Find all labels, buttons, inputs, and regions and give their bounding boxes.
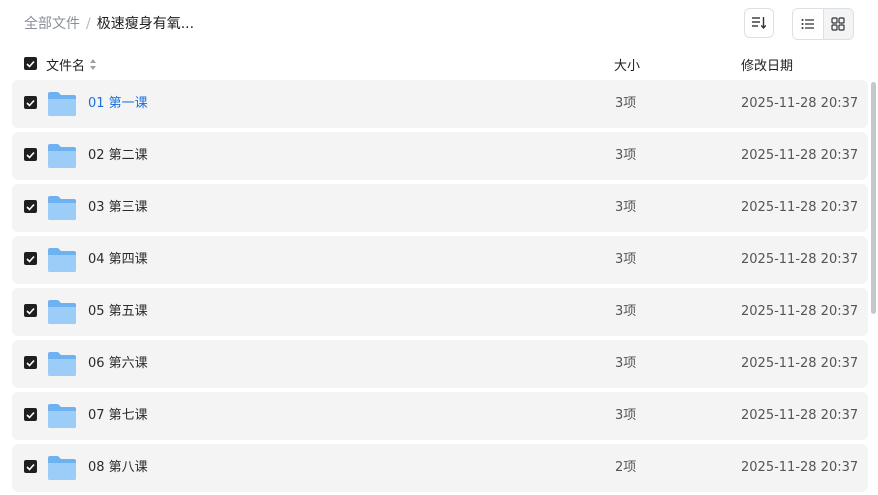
file-size: 3项 bbox=[615, 200, 637, 215]
sort-arrows-icon bbox=[90, 58, 97, 71]
table-row[interactable]: 06 第六课 3项 2025-11-28 20:37 bbox=[12, 340, 868, 388]
file-modified: 2025-11-28 20:37 bbox=[741, 96, 859, 111]
checkbox-checked-icon bbox=[26, 307, 35, 315]
row-checkbox[interactable] bbox=[24, 356, 37, 369]
row-checkbox[interactable] bbox=[24, 252, 37, 265]
file-size: 3项 bbox=[615, 148, 637, 163]
file-modified: 2025-11-28 20:37 bbox=[741, 200, 859, 215]
table-row[interactable]: 02 第二课 3项 2025-11-28 20:37 bbox=[12, 132, 868, 180]
file-size: 3项 bbox=[615, 356, 637, 371]
view-toggle bbox=[792, 8, 854, 40]
file-name[interactable]: 01 第一课 bbox=[88, 95, 148, 113]
file-modified: 2025-11-28 20:37 bbox=[741, 460, 859, 475]
file-size: 3项 bbox=[615, 408, 637, 423]
select-all-checkbox[interactable] bbox=[24, 57, 37, 70]
checkbox-checked-icon bbox=[26, 60, 35, 68]
file-modified: 2025-11-28 20:37 bbox=[741, 356, 859, 371]
checkbox-checked-icon bbox=[26, 203, 35, 211]
breadcrumb-current: 极速瘦身有氧... bbox=[96, 16, 195, 32]
checkbox-checked-icon bbox=[26, 99, 35, 107]
vertical-scrollbar[interactable] bbox=[871, 82, 876, 314]
folder-icon bbox=[48, 404, 76, 428]
row-checkbox[interactable] bbox=[24, 408, 37, 421]
file-name[interactable]: 03 第三课 bbox=[88, 199, 148, 217]
folder-icon bbox=[48, 352, 76, 376]
file-modified: 2025-11-28 20:37 bbox=[741, 148, 859, 163]
table-row[interactable]: 03 第三课 3项 2025-11-28 20:37 bbox=[12, 184, 868, 232]
checkbox-checked-icon bbox=[26, 255, 35, 263]
row-checkbox[interactable] bbox=[24, 200, 37, 213]
breadcrumb: 全部文件 / 极速瘦身有氧... bbox=[24, 15, 194, 33]
row-checkbox[interactable] bbox=[24, 460, 37, 473]
checkbox-checked-icon bbox=[26, 463, 35, 471]
file-modified: 2025-11-28 20:37 bbox=[741, 408, 859, 423]
sort-button[interactable] bbox=[744, 8, 774, 38]
table-row[interactable]: 04 第四课 3项 2025-11-28 20:37 bbox=[12, 236, 868, 284]
file-modified: 2025-11-28 20:37 bbox=[741, 252, 859, 267]
folder-icon bbox=[48, 92, 76, 116]
folder-icon bbox=[48, 456, 76, 480]
table-header: 文件名 大小 修改日期 bbox=[0, 52, 878, 76]
table-row[interactable]: 05 第五课 3项 2025-11-28 20:37 bbox=[12, 288, 868, 336]
modified-column-header: 修改日期 bbox=[741, 59, 794, 74]
name-column-header[interactable]: 文件名 bbox=[46, 55, 97, 74]
folder-icon bbox=[48, 144, 76, 168]
list-view-button[interactable] bbox=[793, 9, 824, 39]
table-row[interactable]: 08 第八课 2项 2025-11-28 20:37 bbox=[12, 444, 868, 492]
file-name[interactable]: 04 第四课 bbox=[88, 251, 148, 269]
size-column-header: 大小 bbox=[614, 59, 641, 74]
file-name[interactable]: 07 第七课 bbox=[88, 407, 148, 425]
folder-icon bbox=[48, 248, 76, 272]
table-row[interactable]: 01 第一课 3项 2025-11-28 20:37 bbox=[12, 80, 868, 128]
file-name[interactable]: 02 第二课 bbox=[88, 147, 148, 165]
checkbox-checked-icon bbox=[26, 411, 35, 419]
file-size: 3项 bbox=[615, 304, 637, 319]
checkbox-checked-icon bbox=[26, 359, 35, 367]
folder-icon bbox=[48, 196, 76, 220]
file-size: 2项 bbox=[615, 460, 637, 475]
breadcrumb-root[interactable]: 全部文件 bbox=[24, 16, 80, 32]
grid-view-icon bbox=[831, 17, 845, 31]
folder-icon bbox=[48, 300, 76, 324]
file-modified: 2025-11-28 20:37 bbox=[741, 304, 859, 319]
checkbox-checked-icon bbox=[26, 151, 35, 159]
row-checkbox[interactable] bbox=[24, 148, 37, 161]
row-checkbox[interactable] bbox=[24, 304, 37, 317]
grid-view-button[interactable] bbox=[824, 9, 854, 39]
file-name[interactable]: 06 第六课 bbox=[88, 355, 148, 373]
list-view-icon bbox=[801, 19, 814, 29]
name-column-label: 文件名 bbox=[46, 59, 86, 74]
file-size: 3项 bbox=[615, 96, 637, 111]
file-name[interactable]: 05 第五课 bbox=[88, 303, 148, 321]
file-size: 3项 bbox=[615, 252, 637, 267]
row-checkbox[interactable] bbox=[24, 96, 37, 109]
table-row[interactable]: 07 第七课 3项 2025-11-28 20:37 bbox=[12, 392, 868, 440]
sort-icon bbox=[752, 17, 767, 30]
top-bar: 全部文件 / 极速瘦身有氧... bbox=[0, 0, 878, 48]
breadcrumb-separator: / bbox=[86, 16, 91, 32]
file-name[interactable]: 08 第八课 bbox=[88, 459, 148, 477]
